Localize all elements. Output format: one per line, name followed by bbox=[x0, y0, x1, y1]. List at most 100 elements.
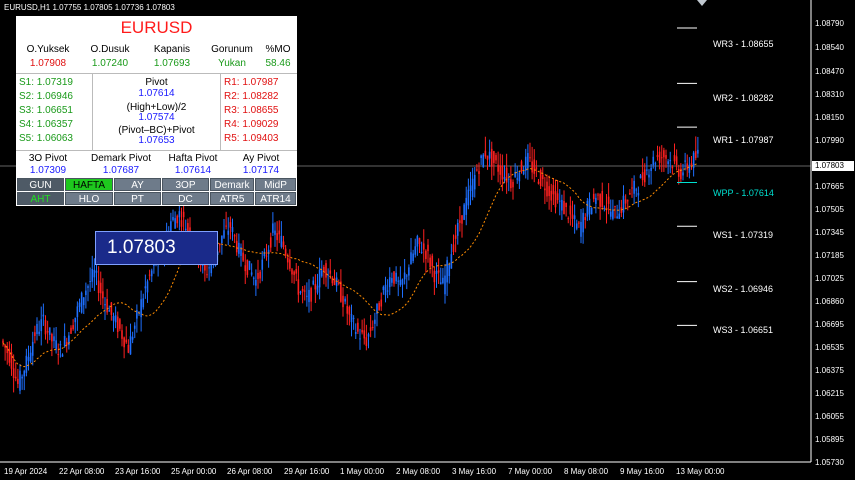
candle-body bbox=[259, 271, 261, 279]
candle-body bbox=[378, 302, 380, 311]
pivot-value: 1.07614 bbox=[138, 88, 175, 99]
candle-body bbox=[80, 292, 83, 313]
time-tick: 3 May 16:00 bbox=[452, 467, 497, 476]
candle-body bbox=[261, 259, 264, 270]
candle-body bbox=[276, 233, 278, 241]
candle-body bbox=[599, 194, 601, 207]
demark-button[interactable]: Demark bbox=[210, 178, 254, 191]
atr5-button[interactable]: ATR5 bbox=[210, 192, 254, 205]
level-label-wpp: WPP - 1.07614 bbox=[713, 188, 774, 198]
candle-body bbox=[641, 172, 644, 181]
candle-body bbox=[425, 250, 427, 260]
candle-body bbox=[609, 211, 612, 217]
candle-body bbox=[361, 329, 363, 333]
candle-body bbox=[554, 191, 557, 208]
time-tick: 7 May 00:00 bbox=[508, 467, 553, 476]
price-tick: 1.06695 bbox=[815, 320, 844, 329]
candle-body bbox=[180, 220, 183, 227]
candle-body bbox=[635, 189, 638, 191]
dc-button[interactable]: DC bbox=[162, 192, 209, 205]
support-s2: S2: 1.06946 bbox=[19, 91, 73, 102]
candle-body bbox=[595, 197, 597, 204]
candle-body bbox=[677, 168, 680, 177]
candle-body bbox=[471, 178, 474, 198]
candle-body bbox=[344, 298, 346, 302]
ay-button[interactable]: AY bbox=[114, 178, 161, 191]
candle-body bbox=[669, 160, 672, 162]
candle-body bbox=[522, 170, 525, 175]
stat-value-close: 1.07693 bbox=[153, 58, 191, 69]
candle-body bbox=[563, 200, 565, 215]
candle-body bbox=[531, 161, 533, 173]
candle-body bbox=[520, 161, 523, 172]
candle-body bbox=[342, 295, 344, 308]
candle-body bbox=[476, 169, 478, 171]
candle-body bbox=[544, 188, 546, 191]
candle-body bbox=[314, 284, 317, 290]
candle-body bbox=[643, 169, 646, 183]
aht-button[interactable]: AHT bbox=[17, 192, 64, 205]
pt-button[interactable]: PT bbox=[114, 192, 161, 205]
candle-body bbox=[40, 319, 43, 332]
price-tick: 1.07185 bbox=[815, 251, 844, 260]
candle-body bbox=[12, 368, 15, 379]
candle-body bbox=[25, 355, 28, 373]
atr14-button[interactable]: ATR14 bbox=[255, 192, 296, 205]
candle-body bbox=[584, 217, 587, 220]
3op-button[interactable]: 3OP bbox=[162, 178, 209, 191]
hafta-button[interactable]: HAFTA bbox=[65, 178, 113, 191]
candle-body bbox=[603, 207, 606, 209]
candle-body bbox=[499, 165, 502, 175]
resistance-r1: R1: 1.07987 bbox=[224, 77, 279, 88]
candle-body bbox=[567, 218, 570, 220]
stat-header-outlook: Gorunum bbox=[211, 44, 253, 55]
candle-body bbox=[537, 181, 540, 184]
candle-body bbox=[558, 200, 561, 202]
candle-body bbox=[223, 230, 225, 238]
candle-body bbox=[106, 298, 108, 313]
candle-body bbox=[393, 271, 395, 284]
candle-body bbox=[233, 235, 236, 237]
tc-value: 1.07653 bbox=[138, 135, 175, 146]
gun-button[interactable]: GUN bbox=[17, 178, 64, 191]
pivot-label: Pivot bbox=[145, 77, 168, 88]
candle-body bbox=[371, 327, 374, 329]
demark-pivot-value: 1.07687 bbox=[102, 165, 140, 176]
candle-body bbox=[365, 337, 368, 346]
candle-body bbox=[450, 254, 453, 269]
candle-body bbox=[446, 260, 448, 283]
candle-body bbox=[142, 298, 145, 308]
candle-body bbox=[684, 160, 686, 162]
candle-body bbox=[386, 290, 389, 292]
candle-body bbox=[493, 151, 495, 163]
hlo-button[interactable]: HLO bbox=[65, 192, 113, 205]
candle-body bbox=[112, 316, 115, 321]
quarter-pivot-label: 3O Pivot bbox=[28, 153, 68, 164]
candle-body bbox=[269, 237, 272, 248]
candle-body bbox=[486, 155, 489, 160]
candle-body bbox=[686, 163, 689, 170]
level-label-wr3: WR3 - 1.08655 bbox=[713, 39, 774, 49]
candle-body bbox=[433, 270, 436, 283]
candle-body bbox=[384, 284, 387, 296]
midp-button[interactable]: MidP bbox=[255, 178, 296, 191]
candle-body bbox=[82, 297, 85, 306]
candle-body bbox=[27, 356, 30, 361]
candle-body bbox=[414, 246, 417, 255]
candle-body bbox=[412, 253, 414, 261]
candle-body bbox=[518, 172, 521, 182]
level-label-wr2: WR2 - 1.08282 bbox=[713, 93, 774, 103]
candle-body bbox=[57, 354, 60, 356]
candle-body bbox=[146, 281, 149, 293]
candle-body bbox=[172, 216, 174, 221]
pivot-info-panel: EURUSD O.Yuksek O.Dusuk Kapanis Gorunum … bbox=[16, 16, 297, 206]
candle-body bbox=[497, 164, 499, 172]
price-tick: 1.05730 bbox=[815, 458, 844, 467]
candle-body bbox=[405, 275, 408, 277]
candle-body bbox=[331, 277, 334, 284]
candle-body bbox=[108, 310, 111, 312]
candle-body bbox=[208, 267, 210, 269]
candle-body bbox=[690, 163, 693, 166]
stat-header-low: O.Dusuk bbox=[90, 44, 130, 55]
candle-body bbox=[480, 155, 482, 159]
